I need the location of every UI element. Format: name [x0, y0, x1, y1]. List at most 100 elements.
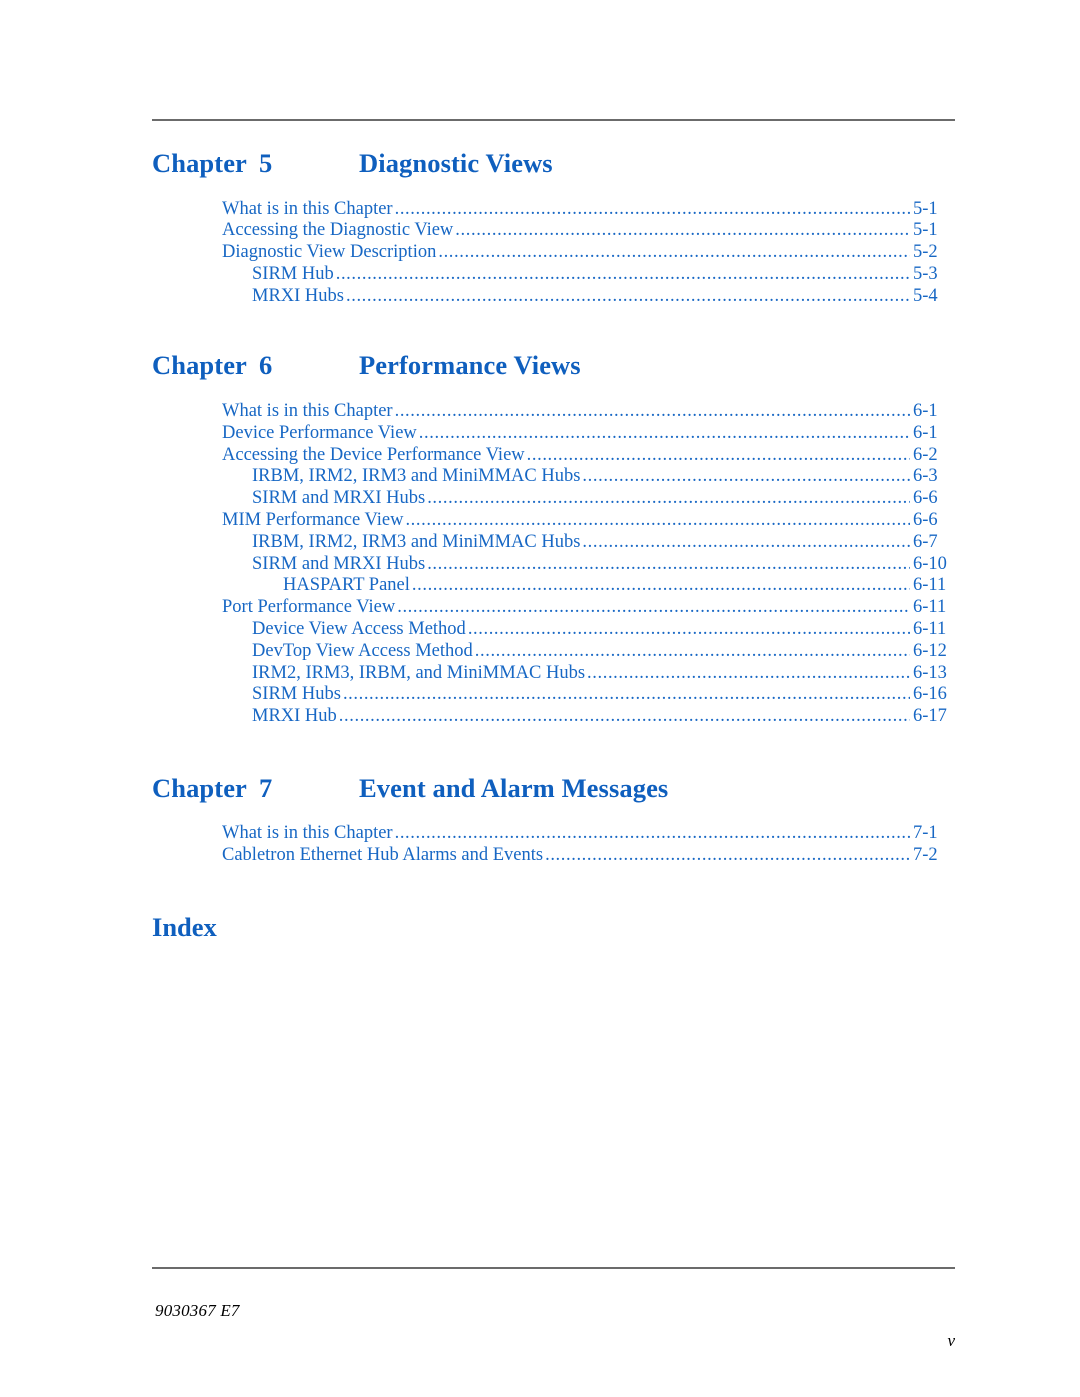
toc-dot-leader [419, 423, 910, 442]
toc-entry-page-number: 7-1 [913, 823, 938, 844]
toc-entry-page-number: 6-2 [913, 444, 938, 465]
toc-entry-page-number: 6-17 [913, 706, 947, 727]
toc-dot-leader [346, 286, 910, 305]
toc-entry[interactable]: Device View Access Method 6-11 [152, 619, 955, 641]
toc-dot-leader [582, 532, 910, 551]
toc-entry-label: SIRM and MRXI Hubs [252, 553, 426, 574]
toc-entry-label: SIRM Hub [252, 263, 334, 284]
toc-entry-label: IRBM, IRM2, IRM3 and MiniMMAC Hubs [252, 531, 581, 552]
toc-entry-label: MRXI Hub [252, 706, 337, 727]
toc-entry-page-number: 6-7 [913, 531, 938, 552]
toc-entry[interactable]: What is in this Chapter 6-1 [152, 401, 955, 423]
toc-list-chapter-5: What is in this Chapter5-1Accessing the … [152, 199, 955, 308]
toc-entry[interactable]: DevTop View Access Method 6-12 [152, 641, 955, 663]
toc-dot-leader [587, 663, 910, 682]
chapter-number-6: 6 [259, 350, 273, 381]
toc-dot-leader [468, 619, 910, 638]
toc-entry[interactable]: MIM Performance View 6-6 [152, 510, 955, 532]
toc-entry-label: Cabletron Ethernet Hub Alarms and Events [222, 845, 544, 866]
header-rule [152, 119, 955, 121]
chapter-heading-7: Chapter 7 Event and Alarm Messages [152, 775, 955, 802]
chapter-label-7: Chapter [152, 772, 247, 803]
toc-entry-label: Device View Access Method [252, 618, 466, 639]
toc-entry-label: SIRM Hubs [252, 684, 341, 705]
chapter-title-7: Event and Alarm Messages [359, 772, 669, 803]
index-heading: Index [152, 912, 217, 943]
toc-entry[interactable]: SIRM Hub 5-3 [152, 264, 955, 286]
chapter-title-5: Diagnostic Views [359, 148, 553, 178]
toc-entry-page-number: 6-12 [913, 640, 947, 661]
toc-dot-leader [395, 199, 910, 218]
toc-entry-page-number: 6-11 [913, 597, 947, 618]
toc-dot-leader [527, 445, 910, 464]
chapter-heading-6: Chapter 6 Performance Views [152, 352, 955, 379]
toc-entry-page-number: 6-10 [913, 553, 947, 574]
toc-entry-page-number: 5-2 [913, 242, 938, 263]
toc-entry-page-number: 5-1 [913, 198, 938, 219]
toc-entry-page-number: 5-1 [913, 220, 938, 241]
toc-entry[interactable]: IRM2, IRM3, IRBM, and MiniMMAC Hubs 6-13 [152, 663, 955, 685]
toc-entry-page-number: 5-4 [913, 285, 938, 306]
footer-rule [152, 1267, 955, 1269]
toc-dot-leader [336, 264, 910, 283]
toc-entry-label: Diagnostic View Description [222, 242, 437, 263]
chapter-number-7: 7 [259, 772, 273, 803]
toc-dot-leader [397, 597, 910, 616]
toc-dot-leader [339, 706, 910, 725]
footer-page-number: v [947, 1331, 955, 1350]
chapter-label-5: Chapter [152, 148, 247, 178]
toc-entry[interactable]: HASPART Panel 6-11 [152, 575, 955, 597]
toc-entry-page-number: 7-2 [913, 845, 938, 866]
toc-dot-leader [427, 554, 910, 573]
toc-dot-leader [455, 220, 910, 239]
toc-dot-leader [405, 510, 910, 529]
toc-entry[interactable]: SIRM Hubs 6-16 [152, 684, 955, 706]
toc-entry[interactable]: MRXI Hub 6-17 [152, 706, 955, 728]
toc-entry-page-number: 6-6 [913, 488, 938, 509]
toc-entry-page-number: 6-11 [913, 618, 947, 639]
toc-list-chapter-6: What is in this Chapter 6-1Device Perform… [152, 401, 955, 728]
toc-entry[interactable]: What is in this Chapter 7-1 [152, 823, 955, 845]
toc-list-chapter-7: What is in this Chapter7-1Cabletron Ethe… [152, 823, 955, 867]
toc-entry[interactable]: SIRM and MRXI Hubs 6-10 [152, 554, 955, 576]
toc-entry-label: Accessing the Diagnostic View [222, 220, 454, 241]
toc-entry[interactable]: Port Performance View 6-11 [152, 597, 955, 619]
toc-entry-label: IRBM, IRM2, IRM3 and MiniMMAC Hubs [252, 466, 581, 487]
toc-entry-page-number: 6-3 [913, 466, 938, 487]
toc-entry-label: Accessing the Device Performance View [222, 444, 525, 465]
toc-entry-page-number: 6-1 [913, 422, 938, 443]
toc-entry[interactable]: MRXI Hubs 5-4 [152, 286, 955, 308]
chapter-label-6: Chapter [152, 350, 247, 381]
toc-dot-leader [395, 823, 910, 842]
toc-entry-page-number: 6-6 [913, 509, 938, 530]
toc-entry[interactable]: Accessing the Device Performance View 6-2 [152, 445, 955, 467]
toc-entry-label: HASPART Panel [283, 575, 410, 596]
toc-dot-leader [343, 684, 910, 703]
chapter-title-6: Performance Views [359, 350, 581, 381]
toc-entry-label: MRXI Hubs [252, 285, 344, 306]
toc-entry[interactable]: Cabletron Ethernet Hub Alarms and Events… [152, 845, 955, 867]
toc-entry[interactable]: What is in this Chapter 5-1 [152, 199, 955, 221]
toc-entry-label: What is in this Chapter [222, 400, 393, 421]
toc-entry[interactable]: Diagnostic View Description 5-2 [152, 242, 955, 264]
toc-entry[interactable]: Device Performance View 6-1 [152, 423, 955, 445]
toc-entry[interactable]: Accessing the Diagnostic View 5-1 [152, 220, 955, 242]
toc-entry-page-number: 6-11 [913, 575, 947, 596]
toc-entry[interactable]: IRBM, IRM2, IRM3 and MiniMMAC Hubs 6-3 [152, 466, 955, 488]
toc-dot-leader [395, 401, 910, 420]
toc-dot-leader [475, 641, 910, 660]
toc-dot-leader [412, 575, 910, 594]
toc-entry-page-number: 6-1 [913, 400, 938, 421]
toc-entry-label: DevTop View Access Method [252, 640, 473, 661]
chapter-number-5: 5 [259, 148, 273, 178]
toc-entry[interactable]: IRBM, IRM2, IRM3 and MiniMMAC Hubs 6-7 [152, 532, 955, 554]
toc-entry-label: Port Performance View [222, 597, 396, 618]
toc-entry[interactable]: SIRM and MRXI Hubs 6-6 [152, 488, 955, 510]
toc-entry-label: IRM2, IRM3, IRBM, and MiniMMAC Hubs [252, 662, 586, 683]
